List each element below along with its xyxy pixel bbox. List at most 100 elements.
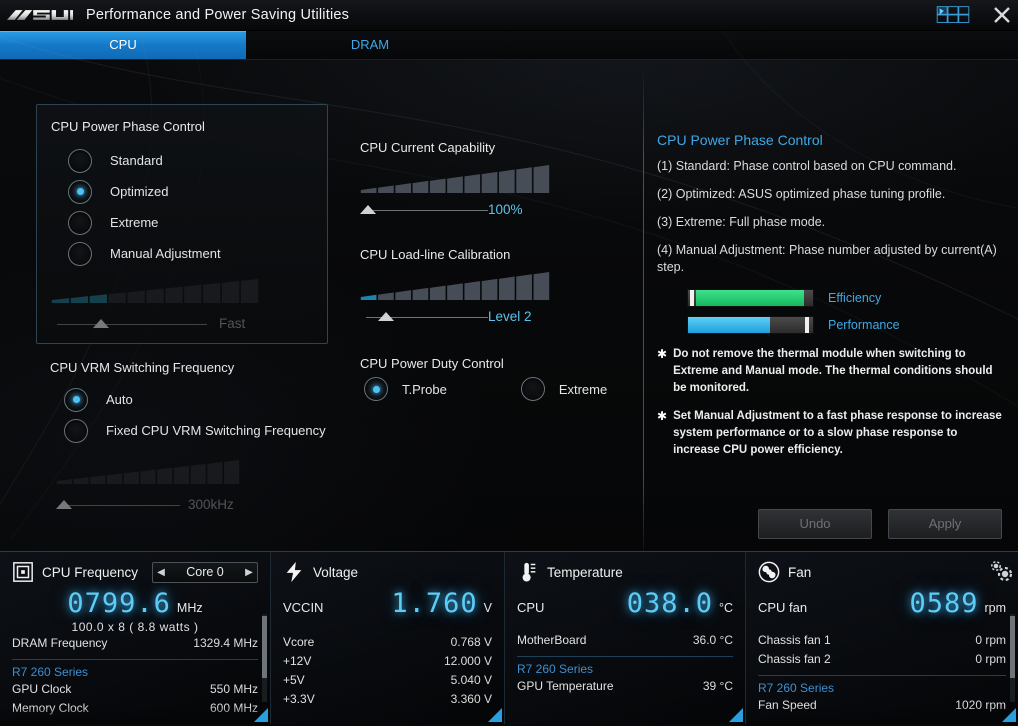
current-capability-value: 100% xyxy=(488,201,523,217)
loadline-value: Level 2 xyxy=(488,308,532,324)
undo-button[interactable]: Undo xyxy=(758,509,872,539)
dram-frequency-value: 1329.4 MHz xyxy=(193,636,258,650)
app-grid-icon[interactable] xyxy=(936,5,980,25)
help-paragraph-4: (4) Manual Adjustment: Phase number adju… xyxy=(657,242,997,274)
gear-icon[interactable] xyxy=(988,558,1014,584)
radio-extreme-label: Extreme xyxy=(110,215,159,230)
meter-group: Efficiency Performance xyxy=(687,289,1007,335)
voltage-header: Voltage xyxy=(283,560,492,584)
dram-frequency-row: DRAM Frequency 1329.4 MHz xyxy=(12,634,258,653)
help-paragraph-3: (3) Extreme: Full phase mode. xyxy=(657,214,826,229)
tab-cpu[interactable]: CPU xyxy=(0,31,246,59)
radio-duty-extreme-indicator[interactable] xyxy=(520,377,545,401)
fan-panel-scrollbar[interactable] xyxy=(1010,614,1015,702)
cpu-frequency-unit: MHz xyxy=(176,601,203,615)
radio-manual-adjustment[interactable]: Manual Adjustment xyxy=(51,238,313,269)
tab-dram[interactable]: DRAM xyxy=(246,31,494,59)
vcore-value: 0.768 V xyxy=(450,635,492,649)
vrm-title: CPU VRM Switching Frequency xyxy=(50,360,235,375)
application-window: Performance and Power Saving Utilities C… xyxy=(0,0,1018,726)
memory-clock-label: Memory Clock xyxy=(12,701,89,715)
current-capability-slider[interactable]: 100% xyxy=(360,163,610,219)
phase-response-track[interactable]: Fast xyxy=(51,313,313,333)
fan-speed-label: Fan Speed xyxy=(758,698,817,712)
fan-panel-gpu-group: R7 260 Series xyxy=(758,681,835,695)
cpu-panel-gpu-group: R7 260 Series xyxy=(12,665,89,679)
fan-readout: CPU fan 0589 rpm xyxy=(758,588,1006,619)
core-prev-arrow[interactable]: ◀ xyxy=(153,567,169,578)
cpu-panel-scrollbar[interactable] xyxy=(262,614,267,702)
window-title: Performance and Power Saving Utilities xyxy=(86,7,350,23)
radio-manual-adjustment-indicator[interactable] xyxy=(68,241,92,266)
current-wedge-graphic xyxy=(360,165,550,193)
chassis-fan-1-value: 0 rpm xyxy=(975,633,1006,647)
current-capability-track[interactable]: 100% xyxy=(360,199,610,219)
radio-optimized[interactable]: Optimized xyxy=(51,176,313,207)
radio-extreme[interactable]: Extreme xyxy=(51,207,313,238)
cpu-frequency-subline: 100.0 x 8 ( 8.8 watts ) xyxy=(71,620,199,634)
radio-vrm-fixed-indicator[interactable] xyxy=(64,418,88,443)
asus-logo xyxy=(6,9,74,20)
radio-vrm-auto-label: Auto xyxy=(106,392,133,407)
loadline-slider[interactable]: Level 2 xyxy=(360,270,610,326)
radio-extreme-indicator[interactable] xyxy=(68,210,92,235)
voltage-title: Voltage xyxy=(313,564,359,580)
cpu-chip-icon xyxy=(13,562,33,582)
memory-clock-row: Memory Clock 600 MHz xyxy=(12,699,258,718)
fan-panel-resize-handle[interactable] xyxy=(1002,708,1016,722)
vccin-value: 1.760 xyxy=(391,588,478,619)
v33-value: 3.360 V xyxy=(450,692,492,706)
action-buttons: Undo Apply xyxy=(758,509,1002,539)
performance-meter-row: Performance xyxy=(687,316,1007,335)
cpu-frequency-panel: CPU Frequency ◀ Core 0 ▶ 0799.6 MHz 100.… xyxy=(0,552,271,724)
vrm-frequency-value: 300kHz xyxy=(188,496,234,512)
radio-standard[interactable]: Standard xyxy=(51,145,313,176)
vcore-row: Vcore 0.768 V xyxy=(283,633,492,652)
phase-response-slider[interactable]: Fast xyxy=(51,277,313,333)
duty-options-row: T.Probe Extreme xyxy=(360,377,610,401)
cpu-panel-resize-handle[interactable] xyxy=(254,708,268,722)
radio-tprobe-indicator[interactable] xyxy=(364,377,388,401)
cpu-fan-label: CPU fan xyxy=(758,600,808,615)
radio-vrm-auto[interactable]: Auto xyxy=(47,384,328,415)
help-note-1: ✱ Do not remove the thermal module when … xyxy=(657,346,1007,396)
performance-meter-label: Performance xyxy=(828,318,900,333)
core-selector-value: Core 0 xyxy=(186,565,224,579)
radio-duty-extreme-label: Extreme xyxy=(558,381,608,397)
divider-temp xyxy=(517,656,733,657)
voltage-readout: VCCIN 1.760 V xyxy=(283,588,492,619)
voltage-panel-resize-handle[interactable] xyxy=(488,708,502,722)
radio-vrm-auto-indicator[interactable] xyxy=(64,387,88,412)
help-note-2: ✱ Set Manual Adjustment to a fast phase … xyxy=(657,408,1007,458)
title-bar: Performance and Power Saving Utilities xyxy=(0,0,1018,31)
vccin-label: VCCIN xyxy=(283,600,324,615)
vrm-frequency-slider[interactable]: 300kHz xyxy=(56,458,328,514)
gpu-temp-label: GPU Temperature xyxy=(517,679,614,693)
cpu-power-phase-control-group: CPU Power Phase Control Standard Optimiz… xyxy=(36,104,328,344)
chassis-fan-1-label: Chassis fan 1 xyxy=(758,633,831,647)
vrm-frequency-group: CPU VRM Switching Frequency Auto Fixed C… xyxy=(36,360,328,514)
core-selector[interactable]: ◀ Core 0 ▶ xyxy=(152,561,258,583)
tab-bar: CPU DRAM xyxy=(0,31,1018,60)
loadline-track[interactable]: Level 2 xyxy=(360,306,610,326)
radio-vrm-fixed[interactable]: Fixed CPU VRM Switching Frequency xyxy=(47,415,328,446)
hardware-monitor-bar: CPU Frequency ◀ Core 0 ▶ 0799.6 MHz 100.… xyxy=(0,551,1018,726)
radio-optimized-indicator[interactable] xyxy=(68,179,92,204)
loadline-wedge-graphic xyxy=(360,272,550,300)
radio-standard-label: Standard xyxy=(110,153,163,168)
dram-frequency-label: DRAM Frequency xyxy=(12,636,108,650)
loadline-calibration-group: CPU Load-line Calibration Level 2 xyxy=(360,247,610,326)
chassis-fan-1-row: Chassis fan 1 0 rpm xyxy=(758,631,1006,650)
vrm-frequency-track[interactable]: 300kHz xyxy=(56,494,328,514)
help-note-1-text: Do not remove the thermal module when sw… xyxy=(673,348,993,394)
gpu-temp-row: GPU Temperature 39 °C xyxy=(517,677,733,696)
temperature-panel: Temperature CPU 038.0 °C MotherBoard 36.0… xyxy=(505,552,746,724)
radio-standard-indicator[interactable] xyxy=(68,148,92,173)
temperature-panel-resize-handle[interactable] xyxy=(729,708,743,722)
close-icon[interactable] xyxy=(992,5,1012,25)
loadline-title: CPU Load-line Calibration xyxy=(360,247,511,262)
fan-speed-row: Fan Speed 1020 rpm xyxy=(758,696,1006,715)
apply-button[interactable]: Apply xyxy=(888,509,1002,539)
help-note-2-text: Set Manual Adjustment to a fast phase re… xyxy=(673,410,1002,456)
core-next-arrow[interactable]: ▶ xyxy=(241,567,257,578)
